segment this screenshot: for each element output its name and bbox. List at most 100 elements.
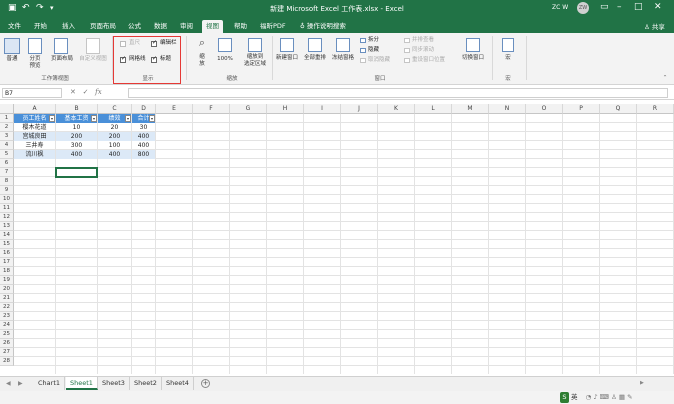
tab-data[interactable]: 数据 — [150, 20, 171, 33]
zoom-to-selection-label[interactable]: 缩放到 选定区域 — [238, 54, 272, 68]
row-header-15[interactable]: 15 — [0, 240, 14, 249]
insert-function-icon[interactable]: fx — [95, 88, 102, 96]
maximize-icon[interactable]: □ — [634, 2, 643, 12]
hscroll-right-icon[interactable]: ▶ — [640, 380, 644, 386]
column-header-g[interactable]: G — [230, 104, 267, 114]
minimize-icon[interactable]: – — [617, 2, 622, 12]
table-header-cell[interactable]: 绩效 ▾ — [98, 114, 131, 123]
tab-help[interactable]: 帮助 — [230, 20, 251, 33]
zoom-icon[interactable]: ⌕ — [194, 36, 210, 50]
gridlines-checkbox[interactable] — [120, 55, 126, 63]
column-header-d[interactable]: D — [132, 104, 156, 114]
column-header-h[interactable]: H — [267, 104, 304, 114]
tab-file[interactable]: 文件 — [4, 20, 25, 33]
page-break-preview-label[interactable]: 分页 预览 — [25, 56, 45, 70]
table-cell[interactable]: 30 — [132, 123, 155, 132]
formula-bar-checkbox[interactable] — [151, 39, 157, 47]
tab-home[interactable]: 开始 — [30, 20, 51, 33]
page-layout-view-icon[interactable] — [54, 38, 68, 54]
column-header-p[interactable]: P — [563, 104, 600, 114]
column-header-q[interactable]: Q — [600, 104, 637, 114]
table-cell[interactable]: 400 — [98, 150, 131, 159]
column-header-f[interactable]: F — [193, 104, 230, 114]
row-header-5[interactable]: 5 — [0, 150, 14, 159]
column-header-m[interactable]: M — [452, 104, 489, 114]
ime-indicator[interactable]: S英 ◔ ♪ ⌨ ♙ ▦ ✎ — [560, 392, 633, 403]
tab-review[interactable]: 审阅 — [176, 20, 197, 33]
freeze-panes-icon[interactable] — [336, 38, 350, 52]
column-header-i[interactable]: I — [304, 104, 341, 114]
row-header-26[interactable]: 26 — [0, 339, 14, 348]
tab-foxit-pdf[interactable]: 福昕PDF — [256, 20, 290, 33]
freeze-panes-label[interactable]: 冻结窗格 — [330, 55, 356, 62]
table-header-cell[interactable]: 合计 ▾ — [132, 114, 155, 123]
row-header-23[interactable]: 23 — [0, 312, 14, 321]
select-all-corner[interactable] — [0, 104, 14, 114]
arrange-all-label[interactable]: 全部重排 — [302, 55, 328, 62]
row-header-4[interactable]: 4 — [0, 141, 14, 150]
zoom-100-label[interactable]: 100% — [212, 56, 238, 63]
row-header-3[interactable]: 3 — [0, 132, 14, 141]
column-header-j[interactable]: J — [341, 104, 378, 114]
sheet-tab-chart1[interactable]: Chart1 — [34, 377, 65, 390]
table-cell[interactable]: 三井寿 — [14, 141, 55, 150]
close-icon[interactable]: ✕ — [654, 2, 662, 12]
column-header-e[interactable]: E — [156, 104, 193, 114]
zoom-label[interactable]: 缩 放 — [194, 54, 210, 68]
row-header-18[interactable]: 18 — [0, 267, 14, 276]
new-window-icon[interactable] — [280, 38, 294, 52]
user-name[interactable]: ZC W — [552, 4, 568, 11]
enter-icon[interactable]: ✓ — [83, 88, 89, 96]
share-button[interactable]: ♙ 共享 — [644, 21, 665, 31]
column-header-r[interactable]: R — [637, 104, 674, 114]
column-header-o[interactable]: O — [526, 104, 563, 114]
switch-windows-icon[interactable] — [466, 38, 480, 52]
table-cell[interactable]: 樱木花道 — [14, 123, 55, 132]
filter-dropdown-icon[interactable]: ▾ — [149, 115, 155, 122]
switch-windows-label[interactable]: 切换窗口 — [458, 55, 488, 62]
row-header-19[interactable]: 19 — [0, 276, 14, 285]
row-header-2[interactable]: 2 — [0, 123, 14, 132]
new-window-label[interactable]: 新建窗口 — [274, 55, 300, 62]
table-cell[interactable]: 400 — [132, 132, 155, 141]
next-sheet-icon[interactable]: ▶ — [18, 380, 23, 387]
name-box[interactable]: B7 — [2, 88, 62, 98]
table-cell[interactable]: 10 — [56, 123, 97, 132]
page-break-preview-icon[interactable] — [28, 38, 42, 54]
hide-icon[interactable] — [360, 48, 366, 53]
row-header-22[interactable]: 22 — [0, 303, 14, 312]
column-header-l[interactable]: L — [415, 104, 452, 114]
column-header-b[interactable]: B — [56, 104, 98, 114]
avatar[interactable]: ZW — [577, 2, 589, 14]
active-cell-b7[interactable] — [55, 167, 98, 178]
row-header-8[interactable]: 8 — [0, 177, 14, 186]
table-cell[interactable]: 20 — [98, 123, 131, 132]
column-header-c[interactable]: C — [98, 104, 132, 114]
row-header-7[interactable]: 7 — [0, 168, 14, 177]
sheet-tab-sheet1[interactable]: Sheet1 — [66, 377, 98, 390]
table-cell[interactable]: 100 — [98, 141, 131, 150]
split-label[interactable]: 拆分 — [368, 37, 379, 44]
row-header-12[interactable]: 12 — [0, 213, 14, 222]
add-sheet-button[interactable]: + — [201, 379, 210, 388]
arrange-all-icon[interactable] — [308, 38, 322, 52]
row-header-28[interactable]: 28 — [0, 357, 14, 366]
table-cell[interactable]: 200 — [56, 132, 97, 141]
tell-me-search[interactable]: ♁ 操作说明搜索 — [296, 20, 350, 33]
row-header-10[interactable]: 10 — [0, 195, 14, 204]
row-header-25[interactable]: 25 — [0, 330, 14, 339]
tab-page-layout[interactable]: 页面布局 — [86, 20, 120, 33]
table-cell[interactable]: 300 — [56, 141, 97, 150]
row-header-16[interactable]: 16 — [0, 249, 14, 258]
worksheet-grid[interactable]: ABCDEFGHIJKLMNOPQR 1 2 3 4 5 6 7 8 9 10 11 12 13 14 15… — [0, 104, 674, 374]
row-header-6[interactable]: 6 — [0, 159, 14, 168]
row-header-1[interactable]: 1 — [0, 114, 14, 123]
cancel-icon[interactable]: ✕ — [70, 88, 76, 96]
ruler-checkbox[interactable] — [120, 41, 126, 47]
split-icon[interactable] — [360, 38, 366, 43]
page-layout-view-label[interactable]: 页面布局 — [48, 56, 76, 63]
table-header-cell[interactable]: 员工姓名 ▾ — [14, 114, 55, 123]
column-header-a[interactable]: A — [14, 104, 56, 114]
column-header-k[interactable]: K — [378, 104, 415, 114]
tab-formulas[interactable]: 公式 — [124, 20, 145, 33]
